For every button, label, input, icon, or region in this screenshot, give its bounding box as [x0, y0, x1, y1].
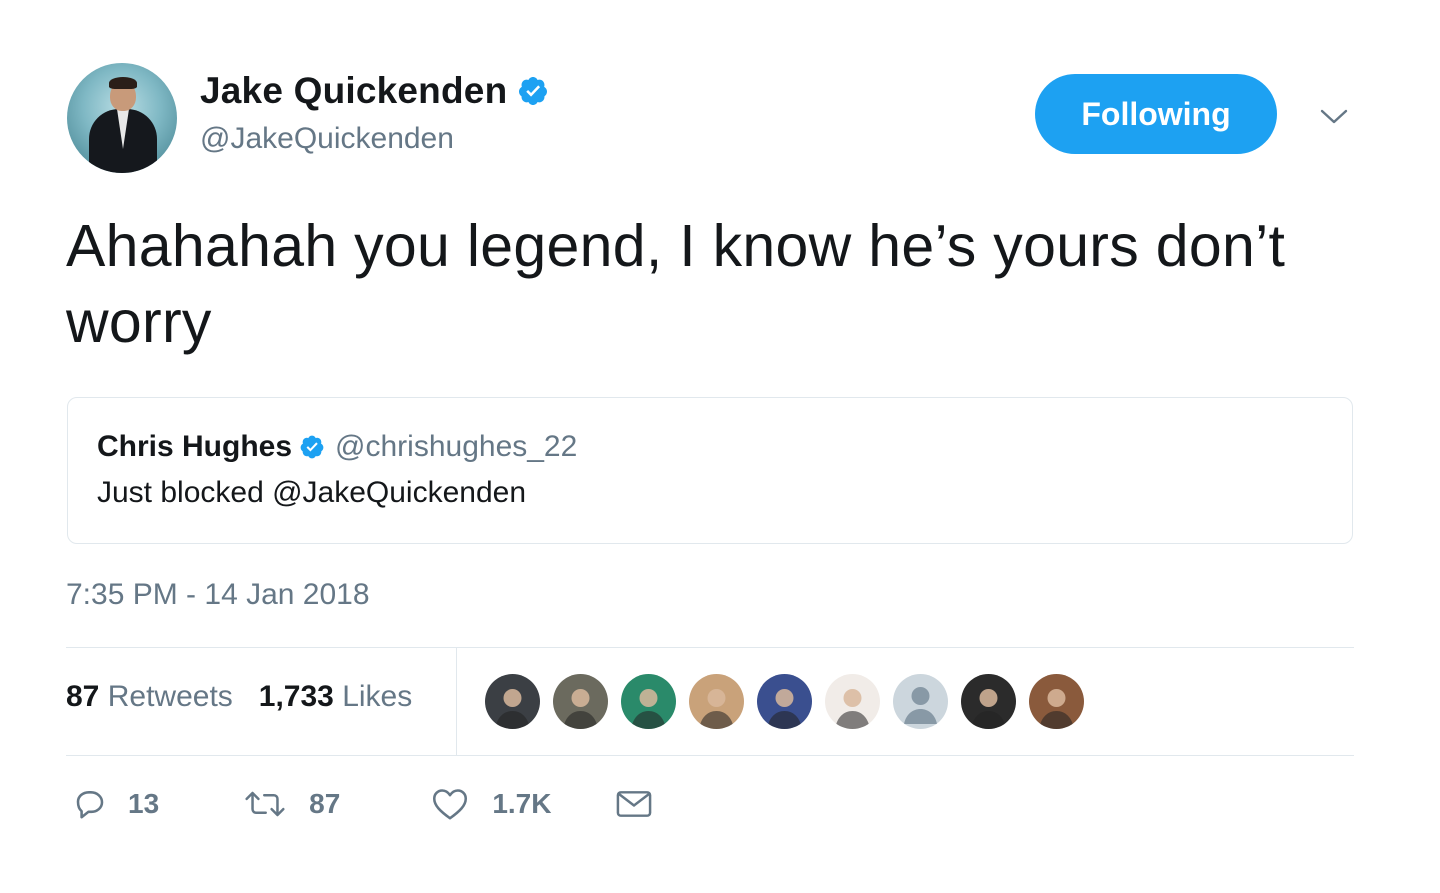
liker-avatar[interactable] — [825, 674, 880, 729]
retweets-count: 87 — [66, 680, 100, 713]
tweet-actions: 13 87 1.7K — [72, 786, 653, 822]
envelope-icon — [617, 791, 652, 817]
avatar-hair — [109, 77, 137, 89]
quoted-author-name: Chris Hughes — [97, 430, 293, 463]
likers-avatars — [485, 674, 1084, 729]
retweets-stat[interactable]: 87 Retweets — [66, 680, 233, 714]
liker-avatar[interactable] — [757, 674, 812, 729]
chevron-down-icon[interactable] — [1318, 102, 1350, 130]
quoted-author-handle: @chrishughes_22 — [335, 430, 578, 463]
liker-avatar[interactable] — [621, 674, 676, 729]
divider — [66, 755, 1354, 756]
author-handle[interactable]: @JakeQuickenden — [200, 122, 454, 156]
tweet-timestamp[interactable]: 7:35 PM - 14 Jan 2018 — [66, 578, 370, 612]
reply-icon — [76, 791, 104, 819]
divider — [66, 647, 1354, 648]
liker-avatar[interactable] — [485, 674, 540, 729]
likes-label: Likes — [342, 680, 413, 713]
liker-avatar[interactable] — [961, 674, 1016, 729]
retweet-button[interactable]: 87 — [243, 786, 340, 822]
reply-count: 13 — [128, 788, 160, 819]
likes-count: 1,733 — [258, 680, 334, 713]
liker-avatar[interactable] — [893, 674, 948, 729]
retweet-count: 87 — [309, 788, 341, 819]
retweets-label: Retweets — [107, 680, 233, 713]
stats-divider — [456, 648, 457, 755]
direct-message-button[interactable] — [615, 787, 653, 821]
like-count: 1.7K — [492, 788, 552, 819]
author-name[interactable]: Jake Quickenden — [200, 70, 507, 112]
liker-avatar[interactable] — [553, 674, 608, 729]
quoted-tweet-text: Just blocked @JakeQuickenden — [97, 476, 527, 509]
like-button[interactable]: 1.7K — [430, 786, 551, 822]
quoted-tweet-card[interactable]: Chris Hughes @chrishughes_22 Just blocke… — [67, 397, 1353, 544]
liker-avatar[interactable] — [1029, 674, 1084, 729]
retweet-icon — [245, 791, 285, 817]
likes-stat[interactable]: 1,733 Likes — [259, 680, 412, 714]
author-name-row[interactable]: Jake Quickenden — [200, 70, 549, 112]
verified-badge-icon — [299, 434, 325, 460]
tweet-text: Ahahahah you legend, I know he’s yours d… — [66, 213, 1286, 355]
heart-icon — [433, 789, 468, 820]
verified-badge-icon — [517, 75, 549, 107]
quoted-tweet-header: Chris Hughes @chrishughes_22 — [97, 430, 577, 464]
reply-button[interactable]: 13 — [72, 786, 159, 822]
liker-avatar[interactable] — [689, 674, 744, 729]
following-button[interactable]: Following — [1035, 74, 1277, 154]
author-avatar[interactable] — [67, 63, 177, 173]
tweet-stats: 87 Retweets 1,733 Likes — [66, 680, 412, 714]
